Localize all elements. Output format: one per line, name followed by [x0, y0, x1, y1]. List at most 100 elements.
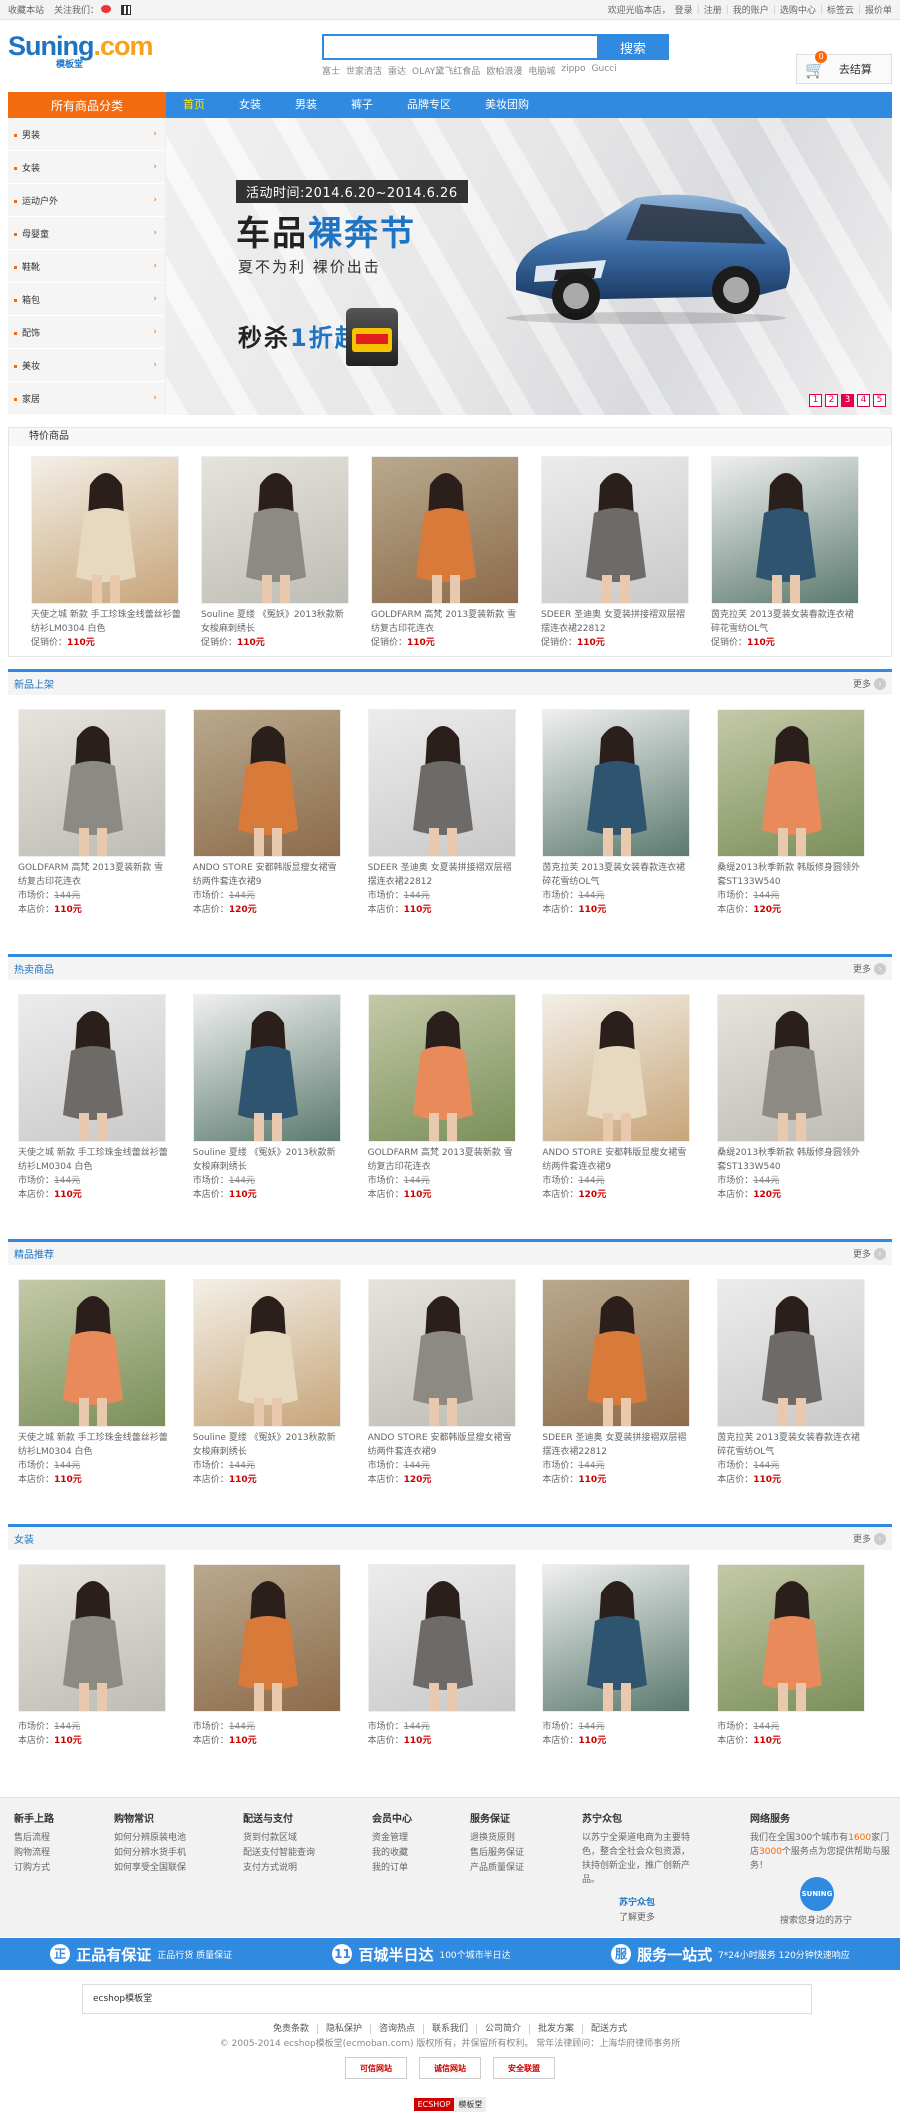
tag-cloud-link[interactable]: 标签云 [827, 3, 854, 16]
product-image[interactable] [717, 709, 866, 857]
footer-link[interactable]: 退换货原则 [470, 1831, 524, 1846]
product-image[interactable] [367, 709, 516, 857]
product-image[interactable] [717, 1279, 866, 1427]
product-name[interactable]: Souline 夏缕 《冤妖》2013秋款新女梭麻刺绣长 [193, 1431, 343, 1459]
powered-template[interactable]: 模板堂 [454, 2097, 487, 2112]
product-image[interactable] [367, 1564, 516, 1712]
footer-link[interactable]: 配送支付智能查询 [243, 1846, 315, 1861]
nav-item[interactable]: 男装 [278, 92, 334, 118]
product-image[interactable] [367, 994, 516, 1142]
product-image[interactable] [18, 994, 166, 1142]
category-item[interactable]: 母婴童 › [8, 217, 165, 250]
trust-badge[interactable]: 诚信网站 [419, 2057, 481, 2079]
product-card[interactable]: ANDO STORE 安都韩版显瘦女裙雪纺两件套连衣裙9 市场价：144元 本店价：… [542, 994, 717, 1225]
bottom-link[interactable]: 咨询热点 [370, 2024, 424, 2034]
product-name[interactable]: 桑缇2013秋季新款 韩版修身圆领外套ST133W540 [717, 1146, 867, 1174]
product-image[interactable] [192, 994, 341, 1142]
banner-page-dot[interactable]: 1 [809, 394, 822, 407]
nav-item[interactable]: 裤子 [334, 92, 390, 118]
suning-crowd-logo[interactable]: 苏宁众包 [582, 1895, 692, 1908]
nearby-store-link[interactable]: 搜索您身边的苏宁 [750, 1913, 890, 1926]
category-item[interactable]: 运动户外 › [8, 184, 165, 217]
product-card[interactable]: SDEER 圣迪奥 女夏装拼接褶双层褶摆连衣裙22812 市场价：144元 本店价：… [542, 1279, 717, 1510]
product-image[interactable] [717, 1564, 866, 1712]
buy-center-link[interactable]: 选购中心 [780, 3, 816, 16]
hot-word[interactable]: OLAY黛飞红食品 [412, 64, 480, 77]
footer-link[interactable]: 如何享受全国联保 [114, 1861, 186, 1876]
bottom-link[interactable]: 联系我们 [423, 2024, 477, 2034]
qr-code-icon[interactable] [121, 4, 132, 15]
product-card[interactable]: 天使之城 新款 手工珍珠金线蕾丝衫蕾纺衫LM0304 白色 市场价：144元 本店价… [18, 1279, 193, 1510]
footer-link[interactable]: 售后服务保证 [470, 1846, 524, 1861]
product-name[interactable]: SDEER 圣迪奥 女夏装拼接褶双层褶摆连衣裙22812 [541, 608, 691, 636]
product-name[interactable]: ANDO STORE 安都韩版显瘦女裙雪纺两件套连衣裙9 [193, 861, 343, 889]
product-name[interactable]: 茵克拉芙 2013夏装女装春款连衣裙碎花雪纺OL气 [711, 608, 861, 636]
hot-word[interactable]: zippo [561, 64, 585, 77]
product-card[interactable]: 茵克拉芙 2013夏装女装春款连衣裙碎花雪纺OL气 市场价：144元 本店价：110… [717, 1279, 892, 1510]
product-name[interactable]: ANDO STORE 安都韩版显瘦女裙雪纺两件套连衣裙9 [542, 1146, 692, 1174]
product-card[interactable]: Souline 夏缕 《冤妖》2013秋款新女梭麻刺绣长 市场价：144元 本店价：… [192, 994, 368, 1225]
footer-link[interactable]: 我的订单 [372, 1861, 412, 1876]
product-name[interactable]: GOLDFARM 高梵 2013夏装新款 雪纺复古印花连衣 [18, 861, 168, 889]
product-image[interactable] [192, 709, 341, 857]
product-card[interactable]: 桑缇2013秋季新款 韩版修身圆领外套ST133W540 市场价：144元 本店价：… [717, 994, 892, 1225]
product-card[interactable]: 天使之城 新款 手工珍珠金线蕾丝衫蕾纺衫LM0304 白色 促销价：110元 [31, 456, 201, 650]
suning-search-logo[interactable]: SUNING [800, 1877, 834, 1911]
product-image[interactable] [367, 1279, 516, 1427]
hot-word[interactable]: 电脑城 [528, 64, 555, 77]
footer-link[interactable]: 支付方式说明 [243, 1861, 315, 1876]
quote-link[interactable]: 报价单 [865, 3, 892, 16]
product-name[interactable]: 茵克拉芙 2013夏装女装春款连衣裙碎花雪纺OL气 [542, 861, 692, 889]
product-image[interactable] [18, 1564, 166, 1712]
product-image[interactable] [717, 994, 866, 1142]
powered-ecshop[interactable]: ECSHOP [413, 2098, 455, 2111]
product-card[interactable]: GOLDFARM 高梵 2013夏装新款 雪纺复古印花连衣 市场价：144元 本店价… [18, 709, 193, 940]
product-card[interactable]: Souline 夏缕 《冤妖》2013秋款新女梭麻刺绣长 市场价：144元 本店价：… [192, 1279, 368, 1510]
banner-page-dot[interactable]: 4 [857, 394, 870, 407]
product-name[interactable]: 天使之城 新款 手工珍珠金线蕾丝衫蕾纺衫LM0304 白色 [18, 1146, 168, 1174]
bottom-link[interactable]: 配送方式 [583, 2024, 635, 2034]
login-link[interactable]: 登录 [675, 3, 693, 16]
footer-link[interactable]: 如何分辨原装电池 [114, 1831, 186, 1846]
product-card[interactable]: SDEER 圣迪奥 女夏装拼接褶双层褶摆连衣裙22812 市场价：144元 本店价：… [367, 709, 543, 940]
weibo-icon[interactable] [101, 5, 112, 13]
bottom-link[interactable]: 免责条款 [264, 2024, 318, 2034]
footer-link[interactable]: 产品质量保证 [470, 1861, 524, 1876]
product-image[interactable] [542, 1279, 691, 1427]
more-link[interactable]: 更多 › [853, 962, 886, 975]
bottom-link[interactable]: 公司简介 [477, 2024, 531, 2034]
promo-banner[interactable]: 活动时间:2014.6.20~2014.6.26 车品裸奔节 夏不为利 裸价出击… [166, 118, 892, 415]
category-item[interactable]: 家居 › [8, 382, 165, 415]
product-card[interactable]: 市场价：144元 本店价：110元 [192, 1564, 368, 1760]
product-image[interactable] [201, 456, 349, 604]
product-name[interactable]: 茵克拉芙 2013夏装女装春款连衣裙碎花雪纺OL气 [717, 1431, 867, 1459]
product-name[interactable]: GOLDFARM 高梵 2013夏装新款 雪纺复古印花连衣 [368, 1146, 518, 1174]
product-image[interactable] [711, 456, 859, 604]
footer-link[interactable]: 资金管理 [372, 1831, 412, 1846]
footer-link[interactable]: 如何分辨水货手机 [114, 1846, 186, 1861]
site-logo[interactable]: Suning.com 模板堂 [8, 32, 154, 70]
product-card[interactable]: 桑缇2013秋季新款 韩版修身圆领外套ST133W540 市场价：144元 本店价：… [717, 709, 892, 940]
product-image[interactable] [18, 709, 166, 857]
category-item[interactable]: 男装 › [8, 118, 165, 151]
register-link[interactable]: 注册 [704, 3, 722, 16]
hot-word[interactable]: 雷达 [388, 64, 406, 77]
product-card[interactable]: 市场价：144元 本店价：110元 [542, 1564, 717, 1760]
trust-badge[interactable]: 可信网站 [345, 2057, 407, 2079]
product-name[interactable]: Souline 夏缕 《冤妖》2013秋款新女梭麻刺绣长 [193, 1146, 343, 1174]
more-link[interactable]: 更多 › [853, 1247, 886, 1260]
banner-page-dot[interactable]: 3 [841, 394, 854, 407]
all-categories-button[interactable]: 所有商品分类 [8, 92, 166, 118]
trust-badge[interactable]: 安全联盟 [493, 2057, 555, 2079]
category-item[interactable]: 配饰 › [8, 316, 165, 349]
friend-link[interactable]: ecshop模板堂 [93, 1994, 152, 2004]
product-card[interactable]: ANDO STORE 安都韩版显瘦女裙雪纺两件套连衣裙9 市场价：144元 本店价：… [192, 709, 368, 940]
product-name[interactable]: Souline 夏缕 《冤妖》2013秋款新女梭麻刺绣长 [201, 608, 351, 636]
more-link[interactable]: 更多 › [853, 677, 886, 690]
banner-page-dot[interactable]: 2 [825, 394, 838, 407]
product-image[interactable] [541, 456, 689, 604]
category-item[interactable]: 美妆 › [8, 349, 165, 382]
product-card[interactable]: 市场价：144元 本店价：110元 [367, 1564, 543, 1760]
product-image[interactable] [542, 1564, 691, 1712]
nav-item[interactable]: 首页 [166, 92, 222, 118]
